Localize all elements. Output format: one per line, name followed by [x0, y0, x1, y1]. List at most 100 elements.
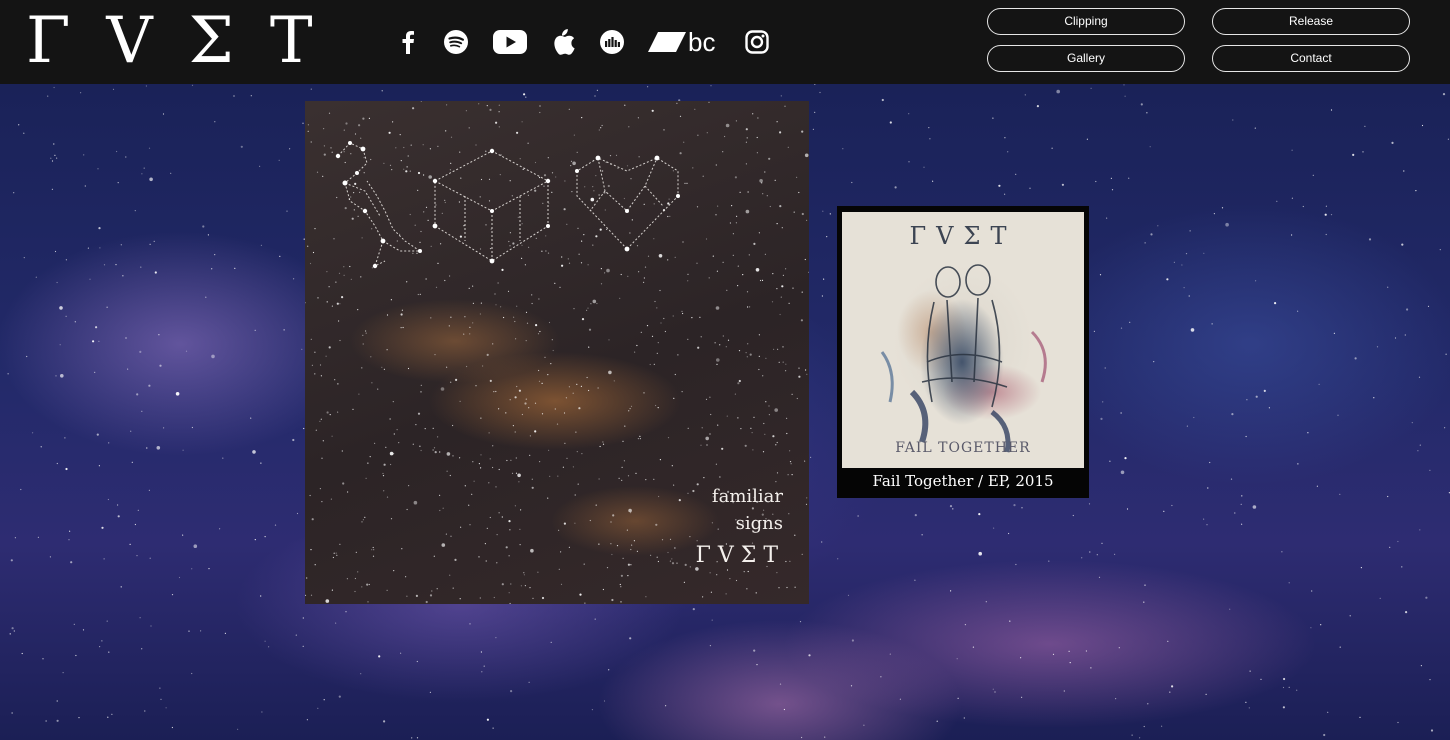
- star: [68, 539, 70, 541]
- star: [1394, 337, 1397, 339]
- youtube-link[interactable]: [492, 24, 528, 60]
- star: [127, 368, 129, 370]
- star: [1411, 422, 1413, 424]
- star: [1068, 650, 1070, 652]
- star: [956, 658, 958, 660]
- star: [98, 465, 100, 467]
- star: [952, 508, 954, 510]
- star: [51, 160, 54, 162]
- star: [106, 306, 108, 308]
- instagram-link[interactable]: [744, 24, 770, 60]
- star: [136, 393, 139, 396]
- star: [1167, 640, 1169, 642]
- star: [1352, 153, 1355, 156]
- star: [1189, 230, 1191, 232]
- star: [1061, 183, 1064, 186]
- facebook-icon: [402, 31, 414, 54]
- star: [596, 89, 599, 91]
- star: [480, 651, 482, 653]
- ep-label: Fail Together / EP, 2015: [872, 472, 1054, 490]
- star: [148, 489, 150, 491]
- star: [1421, 124, 1424, 127]
- star: [1445, 353, 1447, 355]
- star: [1085, 650, 1087, 652]
- star: [1240, 503, 1242, 505]
- star: [1171, 685, 1174, 688]
- star: [301, 348, 303, 350]
- star: [528, 681, 530, 683]
- apple-music-link[interactable]: [550, 24, 576, 60]
- star: [82, 629, 85, 631]
- star: [1150, 233, 1153, 236]
- star: [278, 159, 280, 161]
- star: [145, 85, 147, 87]
- deezer-link[interactable]: [598, 24, 626, 60]
- star: [837, 558, 839, 560]
- star: [117, 515, 120, 518]
- star: [7, 373, 9, 375]
- star: [814, 84, 816, 85]
- star: [165, 707, 167, 709]
- spotify-link[interactable]: [442, 24, 470, 60]
- star: [37, 536, 40, 538]
- star: [1403, 170, 1405, 172]
- star: [240, 145, 243, 148]
- star: [1063, 690, 1065, 692]
- star: [31, 432, 34, 434]
- star: [233, 95, 235, 97]
- star: [131, 461, 133, 463]
- star: [80, 92, 82, 94]
- star: [1166, 278, 1169, 281]
- star: [149, 177, 153, 182]
- star: [310, 88, 312, 90]
- release-button[interactable]: Release: [1212, 8, 1410, 35]
- star: [1147, 703, 1149, 705]
- star: [1188, 295, 1190, 297]
- star: [1330, 109, 1333, 111]
- star: [1288, 686, 1290, 689]
- star: [1389, 546, 1391, 548]
- star: [200, 630, 202, 632]
- star: [889, 653, 891, 655]
- facebook-link[interactable]: [396, 24, 420, 60]
- star: [993, 527, 995, 529]
- star: [1415, 190, 1417, 192]
- star: [1297, 310, 1299, 312]
- star: [191, 426, 193, 429]
- star: [603, 700, 606, 702]
- star: [111, 713, 113, 715]
- fail-together-artwork: ΓVΣT FAIL TOGETHER: [842, 212, 1084, 468]
- gallery-button[interactable]: Gallery: [987, 45, 1185, 72]
- star: [1310, 627, 1312, 629]
- star: [756, 664, 758, 666]
- star: [1143, 601, 1145, 603]
- star: [1124, 457, 1127, 460]
- contact-button[interactable]: Contact: [1212, 45, 1410, 72]
- svg-text:bc: bc: [688, 29, 715, 55]
- star: [665, 705, 667, 707]
- star: [1405, 611, 1408, 614]
- star: [70, 561, 73, 564]
- star: [10, 559, 13, 562]
- star: [1401, 566, 1403, 568]
- star: [1163, 510, 1165, 512]
- star: [1190, 328, 1195, 332]
- star: [158, 334, 160, 336]
- star: [921, 534, 923, 536]
- clipping-button[interactable]: Clipping: [987, 8, 1185, 35]
- artwork-caption: FAIL TOGETHER: [895, 440, 1031, 456]
- site-logo[interactable]: ΓVΣT: [26, 6, 349, 76]
- star: [1149, 146, 1151, 148]
- bandcamp-link[interactable]: bc: [648, 24, 722, 60]
- star: [65, 467, 68, 471]
- star: [295, 634, 297, 636]
- star: [964, 624, 967, 626]
- star: [950, 590, 952, 592]
- fail-together-card[interactable]: ΓVΣT FAIL TOGETHER Fail Together / EP, 2…: [837, 206, 1089, 498]
- star: [978, 551, 982, 556]
- star: [112, 88, 115, 90]
- familiar-signs-cover[interactable]: familiar signs ΓVΣT: [305, 101, 809, 604]
- star: [268, 646, 270, 648]
- star: [469, 623, 471, 625]
- star: [116, 150, 118, 153]
